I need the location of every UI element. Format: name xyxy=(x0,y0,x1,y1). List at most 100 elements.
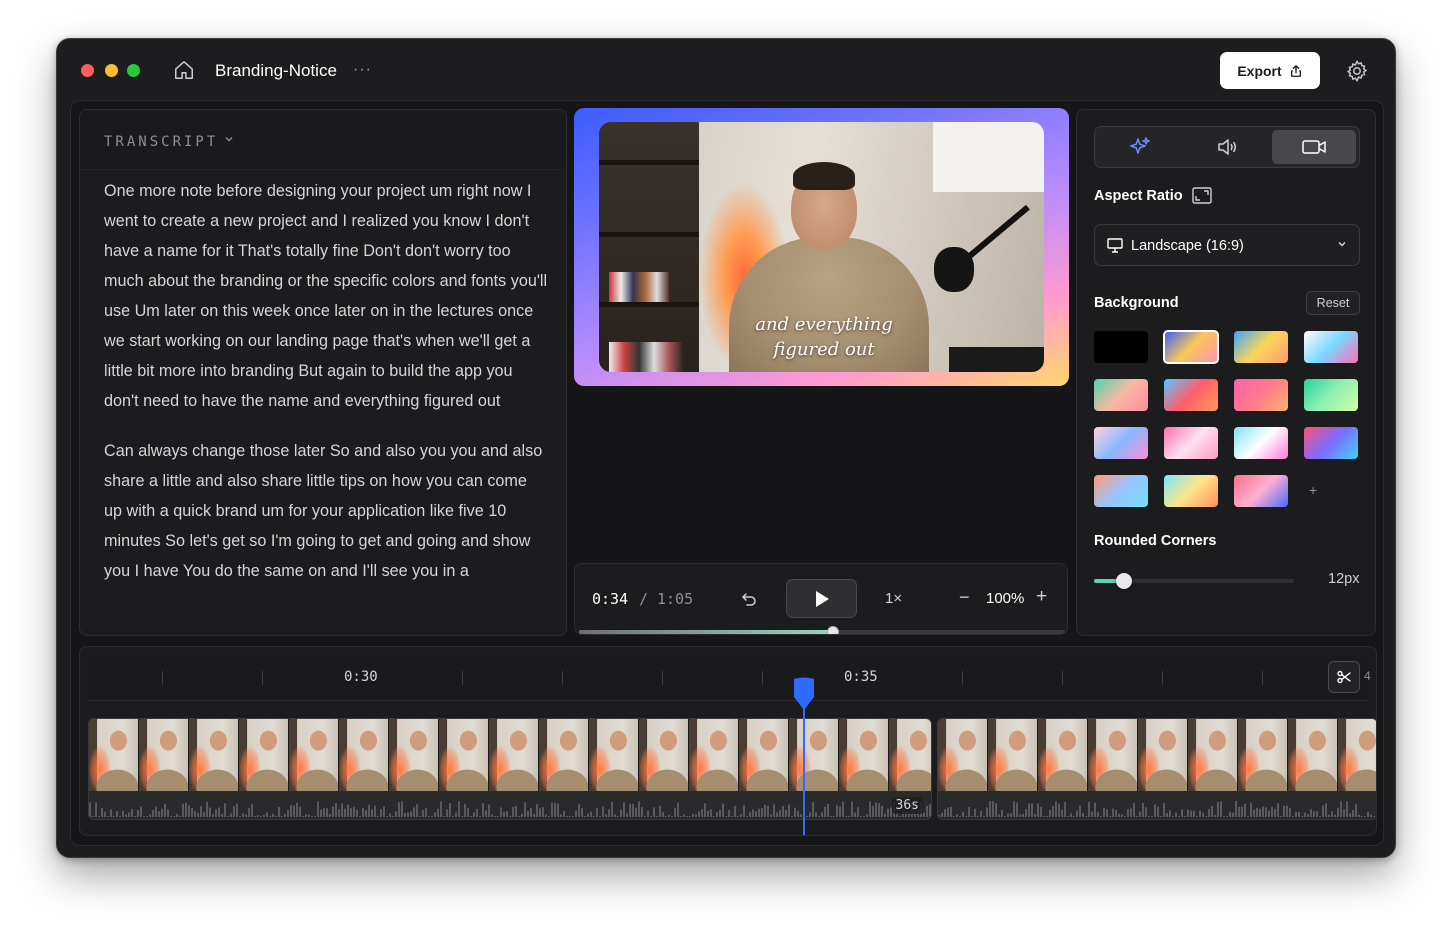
background-swatch[interactable] xyxy=(1163,330,1219,364)
progress-handle[interactable] xyxy=(827,626,840,634)
waveform-bar xyxy=(482,803,484,817)
waveform-bar xyxy=(275,816,277,817)
waveform-bar xyxy=(194,811,196,817)
video-clip[interactable]: 36s xyxy=(88,718,932,820)
background-swatch[interactable] xyxy=(1094,331,1148,363)
slider-handle[interactable] xyxy=(1116,573,1132,589)
background-swatch[interactable] xyxy=(1304,379,1358,411)
clip-thumbnails xyxy=(938,719,1376,791)
project-title[interactable]: Branding-Notice xyxy=(215,61,337,81)
add-background-button[interactable]: + xyxy=(1309,482,1317,498)
waveform-bar xyxy=(89,802,91,817)
maximize-window-button[interactable] xyxy=(127,64,140,77)
waveform-bar xyxy=(1211,805,1213,817)
waveform-bar xyxy=(335,803,337,817)
waveform-bar xyxy=(671,816,673,817)
waveform-bar xyxy=(479,816,481,817)
aspect-ratio-dropdown[interactable]: Landscape (16:9) xyxy=(1094,224,1360,266)
background-swatch[interactable] xyxy=(1164,427,1218,459)
rounded-corners-slider[interactable] xyxy=(1094,573,1294,589)
waveform-bar xyxy=(1064,801,1066,817)
waveform-bar xyxy=(1145,807,1147,817)
gear-icon[interactable] xyxy=(1345,59,1369,83)
background-swatch[interactable] xyxy=(1094,475,1148,507)
waveform-bar xyxy=(251,803,253,817)
playback-progress[interactable] xyxy=(579,626,1065,634)
video-caption[interactable]: and everything figured out xyxy=(749,312,899,362)
background-swatch[interactable] xyxy=(1094,427,1148,459)
waveform-bar xyxy=(542,807,544,817)
clip-frame xyxy=(689,719,739,791)
minimize-window-button[interactable] xyxy=(105,64,118,77)
background-swatch[interactable] xyxy=(1304,427,1358,459)
waveform-bar xyxy=(245,814,247,817)
background-swatch[interactable] xyxy=(1094,379,1148,411)
waveform-bar xyxy=(401,801,403,817)
background-swatch[interactable] xyxy=(1304,331,1358,363)
camera-icon xyxy=(1302,140,1326,154)
transcript-text[interactable]: One more note before designing your proj… xyxy=(104,176,548,606)
background-swatch[interactable] xyxy=(1164,475,1218,507)
background-swatch[interactable] xyxy=(1234,475,1288,507)
transcript-paragraph[interactable]: One more note before designing your proj… xyxy=(104,176,548,416)
transcript-title[interactable]: TRANSCRIPT xyxy=(104,134,218,150)
waveform-bar xyxy=(395,811,397,817)
background-swatch[interactable] xyxy=(1234,427,1288,459)
waveform-bar xyxy=(1136,816,1138,817)
waveform-bar xyxy=(1037,803,1039,817)
waveform-bar xyxy=(173,816,175,817)
waveform-bar xyxy=(1010,813,1012,817)
more-options-icon[interactable]: ··· xyxy=(353,61,372,79)
home-icon[interactable] xyxy=(173,59,195,81)
timeline-ruler[interactable]: 0:30 0:35 4 xyxy=(88,655,1371,701)
waveform-bar xyxy=(1160,816,1162,817)
waveform-bar xyxy=(689,816,691,817)
tab-effects[interactable] xyxy=(1098,130,1182,164)
video-person-hair xyxy=(793,162,855,190)
waveform-bar xyxy=(437,808,439,817)
play-icon xyxy=(815,590,829,607)
waveform-bar xyxy=(509,816,511,817)
waveform-bar xyxy=(680,816,682,817)
playback-speed[interactable]: 1× xyxy=(885,590,902,607)
video-preview[interactable]: and everything figured out xyxy=(599,122,1044,372)
waveform-bar xyxy=(1259,808,1261,817)
export-button[interactable]: Export xyxy=(1220,52,1320,89)
waveform-bar xyxy=(1322,805,1324,817)
waveform-bar xyxy=(554,802,556,817)
play-button[interactable] xyxy=(786,579,857,618)
waveform-bar xyxy=(581,808,583,817)
background-swatch[interactable] xyxy=(1234,379,1288,411)
background-swatch[interactable] xyxy=(1164,379,1218,411)
scissors-icon xyxy=(1337,670,1351,684)
playhead-handle[interactable] xyxy=(791,677,817,711)
waveform-bar xyxy=(686,816,688,817)
zoom-out-button[interactable]: − xyxy=(959,587,970,608)
waveform-bar xyxy=(491,814,493,817)
tab-audio[interactable] xyxy=(1185,130,1269,164)
close-window-button[interactable] xyxy=(81,64,94,77)
waveform-bar xyxy=(986,807,988,817)
chevron-down-icon[interactable] xyxy=(224,134,234,144)
rounded-corners-label: Rounded Corners xyxy=(1094,533,1217,549)
waveform-bar xyxy=(956,814,958,817)
tab-camera[interactable] xyxy=(1272,130,1356,164)
zoom-in-button[interactable]: + xyxy=(1036,586,1047,608)
waveform-bar xyxy=(728,809,730,817)
waveform-bar xyxy=(272,813,274,817)
split-clip-button[interactable] xyxy=(1328,661,1360,693)
waveform-bar xyxy=(293,805,295,817)
waveform-bar xyxy=(1094,802,1096,817)
waveform-bar xyxy=(1166,813,1168,817)
waveform-bar xyxy=(1277,803,1279,817)
video-clip[interactable] xyxy=(937,718,1376,820)
undo-icon[interactable] xyxy=(740,590,758,608)
background-swatch[interactable] xyxy=(1234,331,1288,363)
transcript-paragraph[interactable]: Can always change those later So and als… xyxy=(104,436,548,586)
waveform-bar xyxy=(176,813,178,817)
waveform-bar xyxy=(806,816,808,817)
waveform-bar xyxy=(752,809,754,817)
waveform-bar xyxy=(839,806,841,817)
clip-duration: 36s xyxy=(891,797,923,814)
reset-button[interactable]: Reset xyxy=(1306,291,1360,315)
